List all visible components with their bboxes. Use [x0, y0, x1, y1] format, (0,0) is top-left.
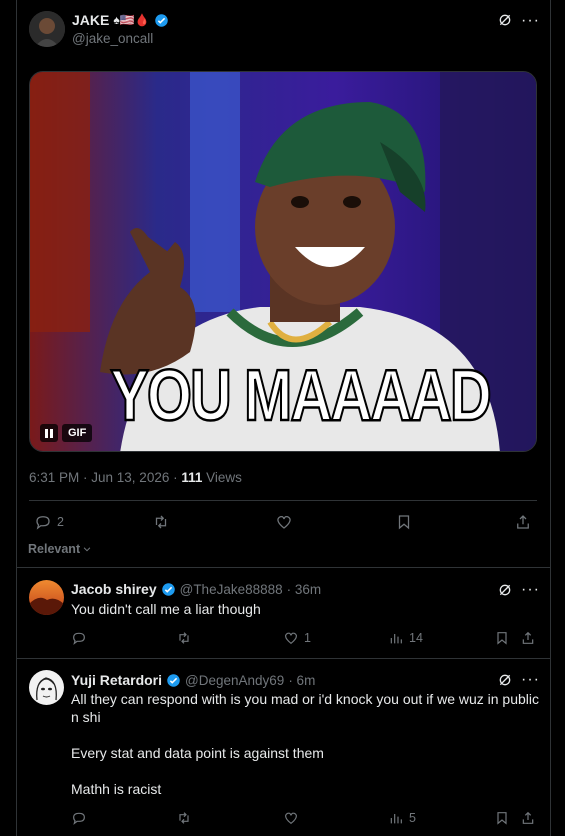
grok-icon[interactable]	[497, 12, 513, 28]
reply-text: All they can respond with is you mad or …	[71, 691, 540, 797]
gif-controls: GIF	[40, 424, 93, 442]
bookmark-button[interactable]	[494, 630, 510, 646]
more-options-icon[interactable]: ···	[521, 671, 540, 689]
views-icon	[390, 814, 402, 824]
reply-time[interactable]: · 6m	[288, 673, 315, 688]
divider	[17, 567, 550, 568]
reply-author-handle[interactable]: @TheJake88888	[180, 582, 283, 597]
bookmark-icon	[398, 515, 410, 530]
reply-author-handle[interactable]: @DegenAndy69	[185, 673, 284, 688]
share-button[interactable]	[520, 630, 536, 646]
divider	[29, 500, 537, 501]
reply-text: You didn't call me a liar though	[71, 601, 261, 617]
reply-author-name[interactable]: Yuji Retardori	[71, 672, 162, 688]
views-button[interactable]: 5	[388, 810, 416, 826]
repost-button[interactable]	[176, 810, 192, 826]
bookmark-icon	[497, 632, 507, 645]
repost-button[interactable]	[152, 513, 170, 531]
more-options-icon[interactable]: ···	[521, 581, 540, 599]
reply-icon	[73, 812, 85, 825]
gif-media[interactable]: YOU MAAAAD GIF	[29, 71, 537, 452]
reply-avatar[interactable]	[29, 670, 64, 705]
verified-badge-icon	[154, 13, 169, 28]
bookmark-button[interactable]	[395, 513, 413, 531]
name-emojis: ♠🇺🇸🩸	[113, 13, 150, 27]
reply-button[interactable]	[71, 630, 92, 646]
avatar-image	[29, 670, 64, 705]
heart-icon	[277, 515, 291, 529]
repost-button[interactable]	[176, 630, 192, 646]
verified-badge-icon	[166, 673, 181, 688]
grok-icon[interactable]	[497, 582, 513, 598]
views-count: 111	[181, 470, 203, 485]
author-avatar[interactable]	[29, 11, 65, 47]
share-icon	[522, 811, 534, 824]
grok-icon[interactable]	[497, 672, 513, 688]
repost-icon	[179, 812, 189, 824]
heart-icon	[285, 632, 297, 645]
like-button[interactable]	[275, 513, 293, 531]
like-count: 1	[304, 631, 311, 645]
avatar-image	[29, 11, 65, 47]
views-label: Views	[202, 470, 242, 485]
share-button[interactable]	[514, 513, 532, 531]
chevron-down-icon	[83, 547, 91, 552]
pause-button[interactable]	[40, 424, 58, 442]
reply-button[interactable]	[71, 810, 92, 826]
verified-badge-icon	[161, 582, 176, 597]
post-timestamp[interactable]: 6:31 PM · Jun 13, 2026 ·	[29, 470, 181, 485]
author-handle[interactable]: @jake_oncall	[72, 31, 153, 46]
views-count: 5	[409, 811, 416, 825]
pause-icon	[45, 428, 53, 438]
views-count: 14	[409, 631, 423, 645]
reply-icon	[36, 516, 50, 530]
bookmark-button[interactable]	[494, 810, 510, 826]
divider	[17, 658, 550, 659]
reply-button[interactable]: 2	[34, 513, 64, 531]
views-icon	[390, 634, 402, 644]
reply-time[interactable]: · 36m	[287, 582, 322, 597]
author-name[interactable]: JAKE	[72, 12, 109, 28]
heart-icon	[285, 812, 297, 825]
avatar-image	[29, 580, 64, 615]
share-button[interactable]	[520, 810, 536, 826]
reply-author-name[interactable]: Jacob shirey	[71, 581, 157, 597]
reply-count: 2	[57, 515, 64, 529]
gif-badge: GIF	[62, 424, 93, 442]
gif-caption: YOU MAAAAD	[109, 354, 493, 438]
repost-icon	[179, 632, 189, 644]
share-icon	[517, 515, 529, 529]
reply-icon	[73, 632, 85, 645]
reply-avatar[interactable]	[29, 580, 64, 615]
sort-label: Relevant	[28, 542, 81, 556]
repost-icon	[155, 515, 167, 529]
bookmark-icon	[497, 812, 507, 825]
sort-dropdown[interactable]: Relevant	[28, 542, 92, 556]
more-options-icon[interactable]: ···	[521, 12, 540, 30]
like-button[interactable]	[283, 810, 304, 826]
share-icon	[522, 631, 534, 644]
views-button[interactable]: 14	[388, 630, 423, 646]
like-button[interactable]: 1	[283, 630, 311, 646]
